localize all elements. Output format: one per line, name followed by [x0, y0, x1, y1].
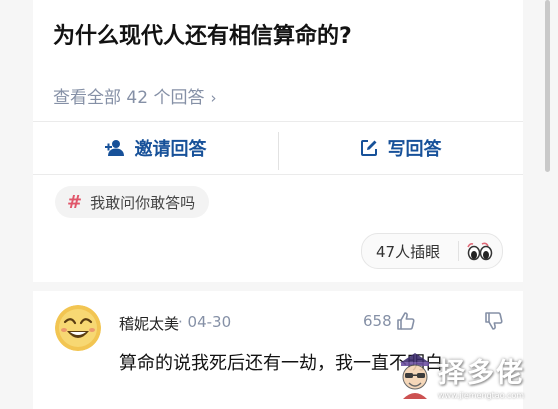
- watermark-text: 择多佬: [438, 358, 525, 389]
- topic-tag[interactable]: # 我敢问你敢答吗: [55, 186, 210, 218]
- chevron-right-icon: ›: [210, 89, 217, 107]
- invite-answer-button[interactable]: 邀请回答: [33, 122, 278, 174]
- mascot-logo-icon: [394, 349, 436, 407]
- view-all-answers-label: 查看全部 42 个回答: [53, 88, 205, 108]
- divider: [33, 174, 523, 175]
- hash-icon: #: [67, 191, 83, 213]
- bookmark-reaction-button[interactable]: 47人插眼: [361, 233, 503, 269]
- view-all-answers-link[interactable]: 查看全部 42 个回答 ›: [53, 83, 216, 108]
- eyes-icon: [466, 241, 496, 265]
- page: 为什么现代人还有相信算命的? 查看全部 42 个回答 › 邀请回答 写回答 # …: [0, 0, 558, 409]
- write-answer-button[interactable]: 写回答: [278, 122, 523, 174]
- author-name[interactable]: 稽妮太美: [119, 313, 179, 334]
- watermark-url: www.jiemengtao.com: [438, 391, 525, 400]
- invite-answer-label: 邀请回答: [134, 139, 207, 160]
- thumbs-down-icon: [484, 311, 504, 331]
- downvote-button[interactable]: [484, 311, 504, 331]
- thumbs-up-icon: [396, 311, 416, 331]
- reaction-separator: [458, 241, 459, 261]
- topic-tag-label: 我敢问你敢答吗: [90, 193, 196, 212]
- upvote-count: 658: [363, 312, 392, 330]
- upvote-button[interactable]: 658: [363, 311, 416, 331]
- watermark: 择多佬 www.jiemengtao.com: [390, 345, 558, 409]
- edit-icon: [360, 139, 378, 157]
- question-card: 为什么现代人还有相信算命的? 查看全部 42 个回答 › 邀请回答 写回答 # …: [33, 0, 523, 282]
- reaction-count-label: 47人插眼: [376, 242, 441, 261]
- action-bar: 邀请回答 写回答: [33, 122, 523, 174]
- scrollbar[interactable]: [545, 0, 550, 172]
- answer-date: · 04-30: [178, 313, 232, 331]
- write-answer-label: 写回答: [387, 139, 442, 160]
- avatar[interactable]: [55, 305, 101, 351]
- question-title: 为什么现代人还有相信算命的?: [53, 24, 352, 49]
- add-user-icon: [104, 139, 125, 157]
